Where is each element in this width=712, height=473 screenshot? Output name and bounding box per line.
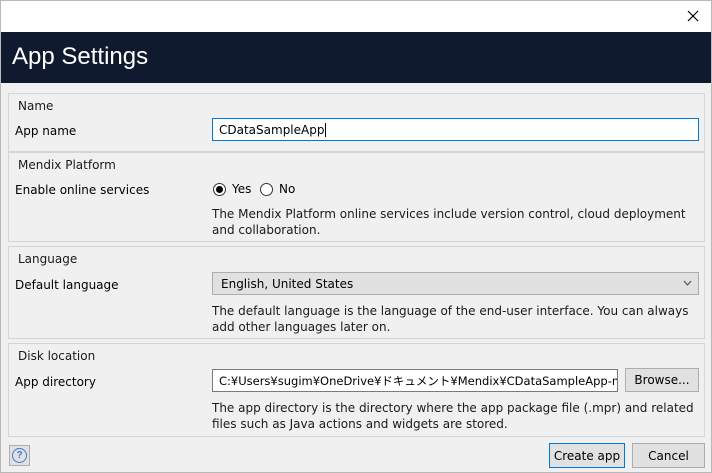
- section-title-language: Language: [18, 252, 78, 266]
- default-language-label: Default language: [15, 278, 119, 292]
- language-select[interactable]: English, United States: [212, 272, 699, 295]
- platform-help-text: The Mendix Platform online services incl…: [212, 207, 686, 237]
- app-directory-input[interactable]: C:¥Users¥sugim¥OneDrive¥ドキュメント¥Mendix¥CD…: [212, 369, 618, 392]
- header-banner: App Settings: [1, 32, 711, 83]
- help-icon: ?: [12, 448, 27, 463]
- page-title: App Settings: [12, 43, 149, 70]
- cancel-button[interactable]: Cancel: [632, 443, 705, 468]
- help-button[interactable]: ?: [9, 445, 30, 466]
- language-help-text: The default language is the language of …: [212, 304, 689, 334]
- radio-yes-label: Yes: [232, 182, 252, 196]
- app-name-input[interactable]: CDataSampleApp: [212, 118, 699, 141]
- close-button[interactable]: [681, 5, 705, 27]
- disk-section: Disk location App directory C:¥Users¥sug…: [8, 343, 705, 437]
- radio-no-label: No: [279, 182, 296, 196]
- create-app-button[interactable]: Create app: [549, 443, 625, 468]
- radio-no[interactable]: No: [260, 182, 295, 196]
- browse-button[interactable]: Browse...: [625, 368, 699, 392]
- section-title-name: Name: [18, 99, 54, 113]
- chevron-down-icon: [683, 280, 692, 286]
- app-directory-value: C:¥Users¥sugim¥OneDrive¥ドキュメント¥Mendix¥CD…: [219, 373, 618, 388]
- app-name-value: CDataSampleApp: [219, 122, 325, 137]
- radio-no-circle: [260, 182, 273, 196]
- close-icon: [687, 10, 699, 22]
- online-services-label: Enable online services: [15, 183, 150, 197]
- text-caret: [325, 122, 327, 137]
- disk-help-text: The app directory is the directory where…: [212, 401, 694, 431]
- name-section: Name App name CDataSampleApp: [8, 93, 705, 152]
- section-title-disk: Disk location: [18, 349, 96, 363]
- section-title-platform: Mendix Platform: [18, 158, 116, 172]
- radio-selected-dot: [216, 185, 223, 193]
- app-directory-label: App directory: [15, 375, 96, 389]
- title-bar: [1, 1, 711, 32]
- radio-yes-circle: [213, 182, 226, 196]
- platform-section: Mendix Platform Enable online services Y…: [8, 152, 705, 242]
- language-section: Language Default language English, Unite…: [8, 246, 705, 339]
- app-name-label: App name: [15, 124, 77, 138]
- language-selected-value: English, United States: [221, 276, 354, 291]
- radio-yes[interactable]: Yes: [213, 182, 251, 196]
- app-settings-dialog: App Settings Name App name CDataSampleAp…: [0, 0, 712, 473]
